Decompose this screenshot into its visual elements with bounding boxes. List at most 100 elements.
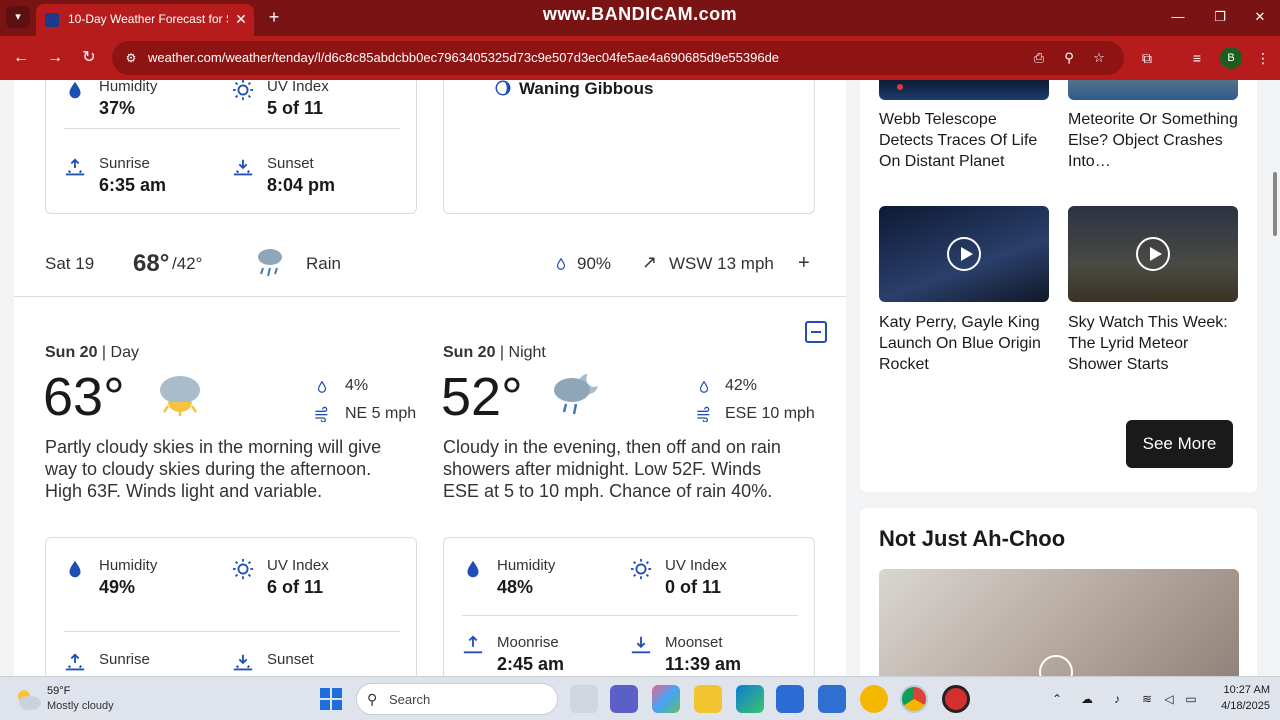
browser-toolbar: ← → ↻ ⚙ weather.com/weather/tenday/l/d6c… [0,36,1280,80]
chrome-icon[interactable] [900,685,928,713]
row-condition: Rain [306,254,341,273]
play-icon[interactable] [947,237,981,271]
uv-index-value: 0 of 11 [665,577,722,597]
help-icon[interactable] [860,685,888,713]
humidity-value: 49% [99,577,136,597]
play-icon[interactable] [1039,655,1073,676]
humidity-drop-icon [69,560,81,578]
store-icon[interactable] [776,685,804,713]
battery-icon[interactable]: ▭ [1182,690,1200,708]
address-bar[interactable]: ⚙ weather.com/weather/tenday/l/d6c8c85ab… [112,41,1124,75]
scroll-thumb[interactable] [1273,172,1277,236]
tab-search-button[interactable]: ▾ [6,6,30,28]
row-expand-button[interactable]: + [798,252,810,274]
onedrive-icon[interactable]: ☁ [1078,690,1096,708]
profile-avatar[interactable]: B [1220,47,1242,69]
url-text[interactable]: weather.com/weather/tenday/l/d6c8c85abdc… [148,50,908,68]
video-thumbnail[interactable] [1068,206,1238,302]
see-more-button[interactable]: See More [1126,420,1233,468]
recording-watermark: www.BANDICAM.com [542,4,738,24]
file-explorer-icon[interactable] [694,685,722,713]
more-menu-icon[interactable]: ⋮ [1252,47,1274,69]
sun20-night-temp: 52° [441,367,523,427]
wind-arrow-icon: ↗ [642,252,658,272]
tab-close-icon[interactable]: ✕ [232,10,250,28]
weather-widget-icon[interactable] [14,687,42,711]
row-precip: 90% [577,254,612,273]
maximize-button[interactable]: ❐ [1200,6,1240,28]
humidity-drop-icon [467,560,479,578]
forecast-row-sat19[interactable]: Sat 19 68° /42° Rain 90% ↗ WSW 13 mph + [14,226,846,296]
bookmark-star-icon[interactable]: ☆ [1090,49,1108,67]
article-title[interactable]: Meteorite Or Something Else? Object Cras… [1068,109,1240,172]
collapse-button[interactable] [805,321,827,343]
show-hidden-icons-chevron-icon[interactable]: ⌃ [1048,690,1066,708]
minimize-button[interactable]: — [1158,6,1198,28]
row-low-temp: /42° [172,254,203,273]
article-thumbnail[interactable] [879,80,1049,100]
weather-widget-temp[interactable]: 59°F [47,685,107,699]
copilot-icon[interactable] [652,685,680,713]
bandicam-record-icon[interactable] [942,685,970,713]
humidity-value: 37% [99,98,136,118]
uv-index-label: UV Index [267,80,329,95]
weather-favicon-icon [45,13,59,27]
article-title[interactable]: Webb Telescope Detects Traces Of Life On… [879,109,1051,172]
weather-widget-condition[interactable]: Mostly cloudy [47,700,137,714]
video-thumbnail[interactable] [879,569,1239,676]
humidity-label: Humidity [99,557,158,574]
video-thumbnail[interactable] [879,206,1049,302]
moon-phase-value: Waning Gibbous [519,80,654,98]
article-title[interactable]: Sky Watch This Week: The Lyrid Meteor Sh… [1068,312,1240,375]
moon-phase-icon [495,80,511,96]
page-scrollbar[interactable] [1270,80,1280,676]
play-icon[interactable] [1136,237,1170,271]
hp-icon[interactable] [818,685,846,713]
article-title[interactable]: Katy Perry, Gayle King Launch On Blue Or… [879,312,1051,375]
taskbar-search-box[interactable]: ⚲ Search [356,683,558,715]
back-arrow-icon[interactable]: ← [10,47,32,69]
site-info-icon[interactable]: ⚙ [122,49,140,67]
moonset-value: 11:39 am [665,654,742,674]
sunrise-icon [65,653,85,671]
active-tab[interactable]: 10-Day Weather Forecast for Sa ✕ [36,4,254,36]
section-title: Not Just Ah-Choo [879,526,1066,551]
moonrise-label: Moonrise [497,634,559,651]
humidity-value: 48% [497,577,534,597]
moonset-icon [631,636,651,654]
moonrise-icon [463,635,483,654]
day-details-card: Humidity 37% UV Index 5 of 11 Sunrise 6:… [45,80,417,214]
row-high-temp: 68° [133,250,170,277]
reload-icon[interactable]: ↻ [78,47,100,69]
teams-icon[interactable] [610,685,638,713]
wind-icon [697,406,710,422]
sunrise-label: Sunrise [99,651,150,668]
humidity-drop-icon [69,81,81,99]
search-icon: ⚲ [367,691,378,707]
uv-sun-icon [630,558,652,580]
windows-taskbar: 59°F Mostly cloudy ⚲ Search ⌃ ☁ ♪ ≋ ◁ ▭ … [0,676,1280,720]
uv-index-label: UV Index [267,557,329,574]
precip-drop-icon [556,257,566,270]
zoom-icon[interactable]: ⚲ [1060,49,1078,67]
new-tab-button[interactable]: + [262,6,286,28]
clock-date[interactable]: 4/18/2025 [1204,700,1270,714]
clock-time[interactable]: 10:27 AM [1204,684,1270,698]
task-view-icon[interactable] [570,685,598,713]
start-windows-icon[interactable] [320,688,342,710]
sun20-day-temp: 63° [43,367,125,427]
sun20-night-narrative: Cloudy in the evening, then off and on r… [443,437,781,501]
sun20-night-precip: 42% [725,377,758,394]
microphone-icon[interactable]: ♪ [1108,690,1126,708]
sunset-label: Sunset [267,155,314,172]
edge-icon[interactable] [736,685,764,713]
wifi-icon[interactable]: ≋ [1138,690,1156,708]
extensions-icon[interactable]: ⧉ [1136,47,1158,69]
volume-icon[interactable]: ◁ [1160,690,1178,708]
forward-arrow-icon[interactable]: → [44,47,66,69]
details-divider [64,128,400,129]
install-app-icon[interactable]: ⎙ [1030,49,1048,67]
article-thumbnail[interactable] [1068,80,1238,100]
media-controls-icon[interactable]: ≡ [1186,47,1208,69]
close-window-button[interactable]: ✕ [1240,6,1280,28]
